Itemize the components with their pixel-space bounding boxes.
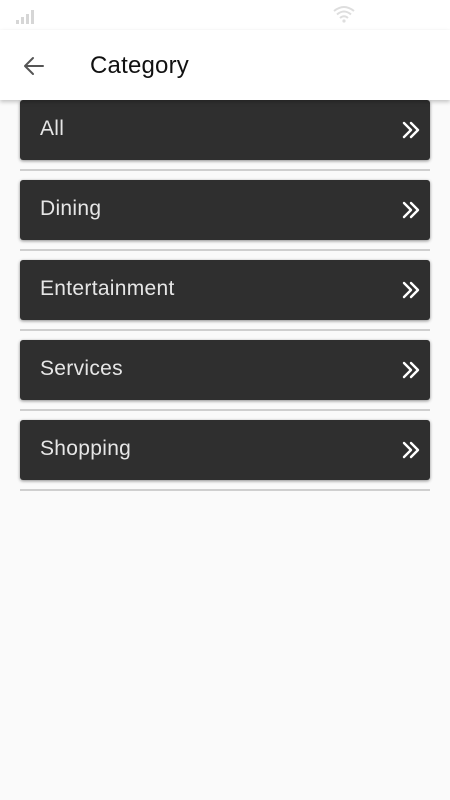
category-item-all[interactable]: All [20,100,430,160]
divider [20,489,430,491]
wifi-icon [333,6,355,23]
status-bar [0,0,450,30]
category-label: Entertainment [40,277,175,300]
category-item-dining[interactable]: Dining [20,180,430,240]
app-bar: Category [0,30,450,100]
double-chevron-right-icon [402,121,420,139]
list-item: Dining [20,180,430,260]
page-title: Category [90,52,189,79]
category-label: All [40,117,65,140]
category-label: Services [40,357,123,380]
category-label: Dining [40,197,102,220]
category-item-shopping[interactable]: Shopping [20,420,430,480]
list-item: Entertainment [20,260,430,340]
back-button[interactable] [14,46,54,86]
divider [20,249,430,251]
divider [20,169,430,171]
double-chevron-right-icon [402,201,420,219]
double-chevron-right-icon [402,441,420,459]
category-list: All Dining Entertainment Services Shoppi… [20,100,430,500]
signal-icon [16,10,34,24]
list-item: All [20,100,430,180]
double-chevron-right-icon [402,361,420,379]
list-item: Services [20,340,430,420]
list-item: Shopping [20,420,430,500]
category-label: Shopping [40,437,132,460]
category-item-services[interactable]: Services [20,340,430,400]
category-item-entertainment[interactable]: Entertainment [20,260,430,320]
double-chevron-right-icon [402,281,420,299]
divider [20,329,430,331]
divider [20,409,430,411]
arrow-left-icon [24,57,44,75]
